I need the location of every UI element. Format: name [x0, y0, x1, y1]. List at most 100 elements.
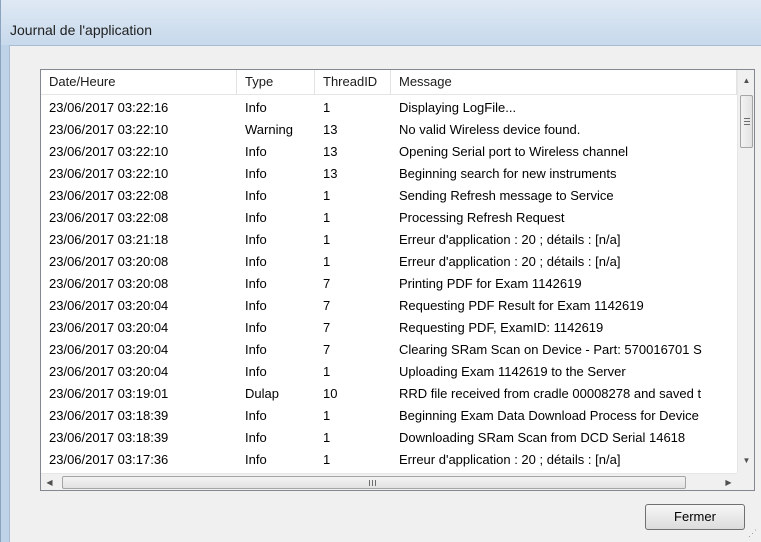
log-date-cell: 23/06/2017 03:19:01 — [49, 386, 169, 401]
log-thread-cell: 7 — [323, 298, 331, 313]
log-row[interactable]: 23/06/2017 03:18:39 Info 1 Beginning Exam D… — [41, 405, 737, 427]
log-message-cell: No valid Wireless device found. — [399, 122, 581, 137]
log-type-cell: Dulap — [245, 386, 279, 401]
log-message-cell: Processing Refresh Request — [399, 210, 565, 225]
column-header-message[interactable]: Message — [391, 70, 737, 95]
log-thread-cell: 7 — [323, 320, 331, 335]
log-type-cell: Info — [245, 232, 267, 247]
log-row[interactable]: 23/06/2017 03:20:04 Info 1 Uploading Exam 1… — [41, 361, 737, 383]
title-bar[interactable]: Journal de l'application — [1, 0, 761, 45]
log-message-cell: Erreur d'application : 20 ; détails : [n… — [399, 232, 621, 247]
log-date-cell: 23/06/2017 03:22:10 — [49, 144, 169, 159]
resize-grip-icon[interactable]: ⋰ — [748, 528, 758, 538]
log-date-cell: 23/06/2017 03:20:08 — [49, 276, 169, 291]
log-type-cell: Info — [245, 430, 267, 445]
vertical-scrollbar[interactable]: ▲ ▼ — [737, 70, 754, 473]
log-rows: 23/06/2017 03:22:16 Info 1 Displaying LogFi… — [41, 97, 737, 470]
list-header: Date/Heure Type ThreadID Message — [41, 70, 737, 95]
log-type-cell: Info — [245, 188, 267, 203]
arrow-right-icon[interactable]: ▶ — [720, 474, 737, 490]
log-date-cell: 23/06/2017 03:20:04 — [49, 298, 169, 313]
arrow-down-icon[interactable]: ▼ — [738, 452, 754, 469]
log-date-cell: 23/06/2017 03:18:39 — [49, 408, 169, 423]
log-message-cell: Printing PDF for Exam 1142619 — [399, 276, 582, 291]
log-type-cell: Warning — [245, 122, 293, 137]
log-date-cell: 23/06/2017 03:20:08 — [49, 254, 169, 269]
log-message-cell: Erreur d'application : 20 ; détails : [n… — [399, 452, 621, 467]
log-row[interactable]: 23/06/2017 03:22:08 Info 1 Sending Refresh … — [41, 185, 737, 207]
log-row[interactable]: 23/06/2017 03:22:10 Warning 13 No valid Wir… — [41, 119, 737, 141]
log-type-cell: Info — [245, 100, 267, 115]
log-list-view[interactable]: Date/Heure Type ThreadID Message 23/06/2… — [40, 69, 755, 491]
log-message-cell: Beginning Exam Data Download Process for… — [399, 408, 699, 423]
scrollbar-corner — [737, 473, 754, 490]
log-type-cell: Info — [245, 210, 267, 225]
log-row[interactable]: 23/06/2017 03:20:04 Info 7 Requesting PDF, … — [41, 317, 737, 339]
log-row[interactable]: 23/06/2017 03:22:10 Info 13 Opening Serial … — [41, 141, 737, 163]
log-message-cell: Displaying LogFile... — [399, 100, 517, 115]
column-header-date[interactable]: Date/Heure — [41, 70, 237, 95]
log-row[interactable]: 23/06/2017 03:21:18 Info 1 Erreur d'applica… — [41, 229, 737, 251]
log-message-cell: Erreur d'application : 20 ; détails : [n… — [399, 254, 621, 269]
log-date-cell: 23/06/2017 03:22:16 — [49, 100, 169, 115]
log-type-cell: Info — [245, 320, 267, 335]
log-row[interactable]: 23/06/2017 03:17:36 Info 1 Erreur d'applica… — [41, 449, 737, 470]
log-date-cell: 23/06/2017 03:21:18 — [49, 232, 169, 247]
column-header-thread-id[interactable]: ThreadID — [315, 70, 391, 95]
log-type-cell: Info — [245, 298, 267, 313]
log-thread-cell: 1 — [323, 408, 331, 423]
log-row[interactable]: 23/06/2017 03:20:04 Info 7 Requesting PDF R… — [41, 295, 737, 317]
log-date-cell: 23/06/2017 03:22:08 — [49, 188, 169, 203]
horizontal-scroll-thumb[interactable] — [62, 476, 686, 489]
log-message-cell: Downloading SRam Scan from DCD Serial 14… — [399, 430, 686, 445]
window-title: Journal de l'application — [10, 22, 152, 38]
log-message-cell: Beginning search for new instruments — [399, 166, 617, 181]
log-thread-cell: 7 — [323, 342, 331, 357]
log-thread-cell: 1 — [323, 100, 331, 115]
log-type-cell: Info — [245, 144, 267, 159]
log-message-cell: Requesting PDF Result for Exam 1142619 — [399, 298, 644, 313]
log-thread-cell: 1 — [323, 452, 331, 467]
log-message-cell: RRD file received from cradle 00008278 a… — [399, 386, 702, 401]
log-type-cell: Info — [245, 452, 267, 467]
log-row[interactable]: 23/06/2017 03:18:39 Info 1 Downloading SRam… — [41, 427, 737, 449]
column-header-type[interactable]: Type — [237, 70, 315, 95]
log-type-cell: Info — [245, 342, 267, 357]
log-type-cell: Info — [245, 166, 267, 181]
log-thread-cell: 13 — [323, 144, 338, 159]
vertical-scroll-thumb[interactable] — [740, 95, 753, 148]
log-row[interactable]: 23/06/2017 03:20:08 Info 7 Printing PDF for… — [41, 273, 737, 295]
log-row[interactable]: 23/06/2017 03:22:10 Info 13 Beginning searc… — [41, 163, 737, 185]
log-thread-cell: 7 — [323, 276, 331, 291]
log-thread-cell: 1 — [323, 254, 331, 269]
log-row[interactable]: 23/06/2017 03:19:01 Dulap 10 RRD file recei… — [41, 383, 737, 405]
log-date-cell: 23/06/2017 03:22:10 — [49, 166, 169, 181]
log-row[interactable]: 23/06/2017 03:20:08 Info 1 Erreur d'applica… — [41, 251, 737, 273]
log-message-cell: Opening Serial port to Wireless channel — [399, 144, 629, 159]
dialog-body: Date/Heure Type ThreadID Message 23/06/2… — [9, 45, 761, 542]
log-type-cell: Info — [245, 364, 267, 379]
close-button[interactable]: Fermer — [645, 504, 745, 530]
log-thread-cell: 13 — [323, 122, 338, 137]
log-thread-cell: 1 — [323, 430, 331, 445]
log-type-cell: Info — [245, 408, 267, 423]
log-row[interactable]: 23/06/2017 03:20:04 Info 7 Clearing SRam Sc… — [41, 339, 737, 361]
log-date-cell: 23/06/2017 03:20:04 — [49, 342, 169, 357]
arrow-up-icon[interactable]: ▲ — [738, 72, 754, 89]
log-message-cell: Clearing SRam Scan on Device - Part: 570… — [399, 342, 702, 357]
horizontal-scrollbar[interactable]: ◀ ▶ — [41, 473, 737, 490]
log-thread-cell: 1 — [323, 232, 331, 247]
log-thread-cell: 1 — [323, 364, 331, 379]
log-dialog-window: Journal de l'application Date/Heure Type… — [0, 0, 761, 542]
log-date-cell: 23/06/2017 03:20:04 — [49, 364, 169, 379]
log-date-cell: 23/06/2017 03:22:10 — [49, 122, 169, 137]
log-thread-cell: 10 — [323, 386, 338, 401]
log-date-cell: 23/06/2017 03:22:08 — [49, 210, 169, 225]
log-date-cell: 23/06/2017 03:18:39 — [49, 430, 169, 445]
log-thread-cell: 1 — [323, 210, 331, 225]
log-row[interactable]: 23/06/2017 03:22:16 Info 1 Displaying LogFi… — [41, 97, 737, 119]
arrow-left-icon[interactable]: ◀ — [41, 474, 58, 490]
log-type-cell: Info — [245, 254, 267, 269]
log-type-cell: Info — [245, 276, 267, 291]
log-row[interactable]: 23/06/2017 03:22:08 Info 1 Processing Refre… — [41, 207, 737, 229]
